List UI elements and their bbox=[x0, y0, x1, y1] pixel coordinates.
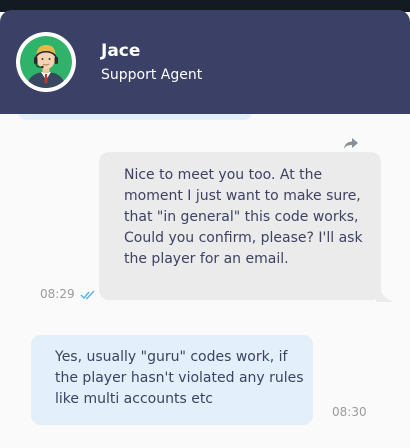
incoming-message-time: 08:30 bbox=[332, 405, 367, 419]
double-check-icon bbox=[80, 290, 95, 300]
outgoing-message-text: Nice to meet you too. At the moment I ju… bbox=[124, 167, 363, 267]
support-agent-avatar-icon bbox=[20, 36, 72, 88]
forward-icon[interactable] bbox=[343, 137, 359, 151]
chat-header: Jace Support Agent bbox=[0, 10, 410, 114]
outgoing-bubble-tail bbox=[376, 290, 394, 302]
agent-name: Jace bbox=[101, 41, 141, 61]
outgoing-message-time: 08:29 bbox=[40, 287, 75, 301]
agent-avatar[interactable] bbox=[16, 32, 76, 92]
incoming-message-text: Yes, usually "guru" codes work, if the p… bbox=[55, 349, 304, 407]
agent-role: Support Agent bbox=[101, 67, 203, 83]
